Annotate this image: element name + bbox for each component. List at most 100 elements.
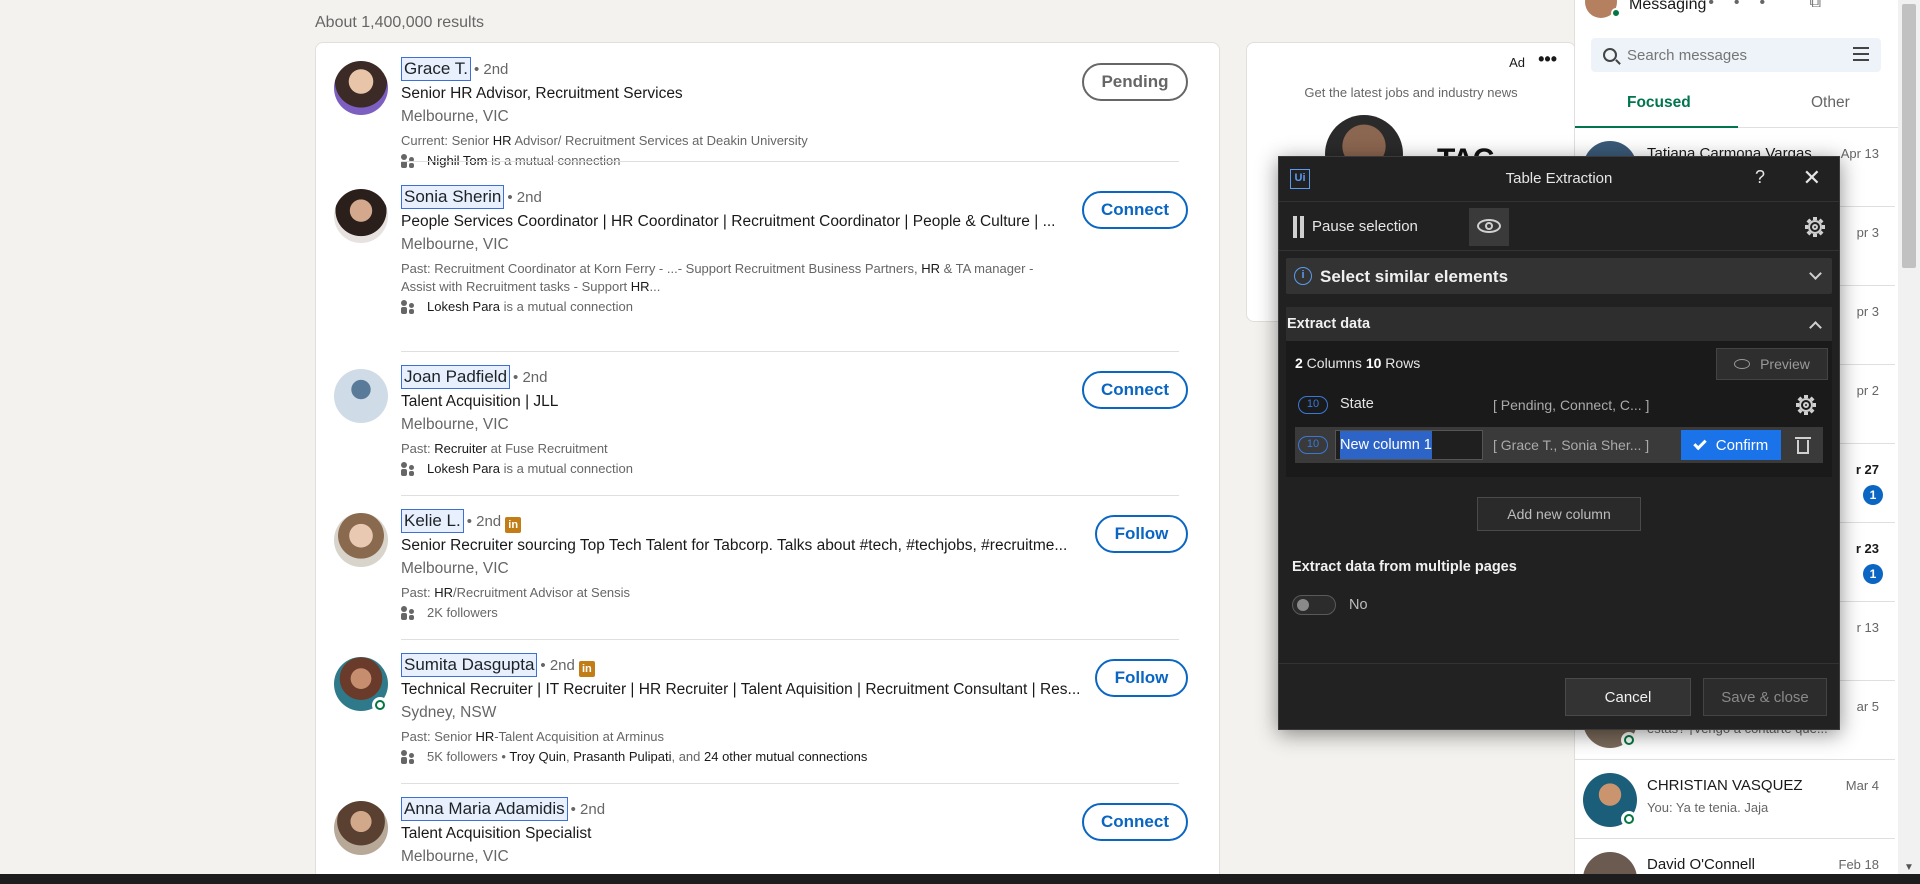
messaging-tabs: Focused Other: [1575, 84, 1905, 128]
connect-button[interactable]: Connect: [1082, 371, 1188, 409]
conversation-date: r 27: [1855, 462, 1879, 477]
add-new-column-button[interactable]: Add new column: [1477, 497, 1641, 531]
result-location: Melbourne, VIC: [401, 560, 509, 577]
result-item: Grace T. • 2nd Senior HR Advisor, Recruit…: [316, 43, 1219, 168]
preview-button[interactable]: Preview: [1716, 348, 1828, 380]
select-similar-label: Select similar elements: [1320, 267, 1509, 286]
column-settings-gear-icon[interactable]: [1796, 395, 1816, 415]
result-summary: Current: Senior HR Advisor/ Recruitment …: [401, 133, 808, 148]
column-preview: [ Pending, Connect, C... ]: [1493, 397, 1650, 413]
online-status-icon: [372, 697, 388, 713]
result-location: Melbourne, VIC: [401, 416, 509, 433]
people-icon: [401, 462, 415, 476]
conversation-date: pr 3: [1856, 304, 1879, 319]
tab-focused[interactable]: Focused: [1627, 94, 1691, 112]
column-count-badge: 10: [1298, 436, 1328, 454]
result-name[interactable]: Grace T.: [401, 57, 471, 81]
avatar[interactable]: [334, 61, 388, 115]
search-icon: [1603, 48, 1617, 62]
result-item: Anna Maria Adamidis • 2nd Talent Acquisit…: [316, 783, 1219, 883]
column-name[interactable]: State: [1340, 396, 1374, 412]
divider: [401, 161, 1179, 162]
dialog-titlebar[interactable]: Ui Table Extraction ? ✕: [1279, 157, 1839, 201]
scroll-down-icon[interactable]: ▼: [1904, 862, 1914, 873]
multiple-pages-label: Extract data from multiple pages: [1292, 559, 1517, 575]
messaging-header-icons[interactable]: ••• ⧉ ⌃: [1708, 0, 1893, 12]
extract-data-label: Extract data: [1287, 316, 1371, 332]
extract-data-panel: 2 Columns 10 Rows Preview 10 State [ Pen…: [1286, 341, 1832, 477]
close-icon[interactable]: ✕: [1803, 165, 1821, 191]
conversation-date: pr 2: [1856, 383, 1879, 398]
avatar[interactable]: [334, 801, 388, 855]
follow-button[interactable]: Follow: [1095, 515, 1188, 553]
result-location: Sydney, NSW: [401, 704, 497, 721]
unread-badge: 1: [1863, 564, 1883, 584]
conversation-date: pr 3: [1856, 225, 1879, 240]
messaging-header[interactable]: Messaging ••• ⧉ ⌃: [1575, 0, 1905, 30]
conversation-date: r 13: [1856, 620, 1879, 635]
multiple-pages-toggle[interactable]: [1292, 595, 1336, 615]
conversation-name: CHRISTIAN VASQUEZ: [1647, 777, 1803, 794]
result-name[interactable]: Anna Maria Adamidis: [401, 797, 568, 821]
more-options-icon[interactable]: •••: [1538, 49, 1557, 70]
result-name[interactable]: Kelie L.: [401, 509, 464, 533]
conversation-name: David O'Connell: [1647, 856, 1755, 873]
result-location: Melbourne, VIC: [401, 108, 509, 125]
conversation-item[interactable]: CHRISTIAN VASQUEZ Mar 4 You: Ya te tenia…: [1575, 761, 1895, 839]
scrollbar-thumb[interactable]: [1902, 4, 1916, 268]
avatar[interactable]: [334, 189, 388, 243]
save-and-close-button[interactable]: Save & close: [1703, 678, 1827, 716]
connection-degree: • 2nd: [507, 189, 542, 206]
dialog-toolbar: Pause selection: [1279, 201, 1839, 251]
online-status-icon: [1611, 8, 1621, 18]
search-messages-input[interactable]: [1627, 46, 1837, 64]
tab-other[interactable]: Other: [1811, 94, 1850, 112]
people-icon: [401, 750, 415, 764]
help-icon[interactable]: ?: [1755, 167, 1765, 188]
pause-selection-button[interactable]: Pause selection: [1312, 218, 1418, 235]
dialog-footer: Cancel Save & close: [1279, 663, 1839, 729]
preview-highlight-button[interactable]: [1469, 208, 1509, 246]
mutual-connections[interactable]: Lokesh Para is a mutual connection: [401, 298, 1101, 316]
pending-button[interactable]: Pending: [1082, 63, 1188, 101]
settings-gear-icon[interactable]: [1805, 217, 1825, 237]
extract-data-section-header[interactable]: Extract data: [1286, 307, 1832, 341]
search-messages-field[interactable]: [1591, 38, 1881, 72]
result-headline: Talent Acquisition | JLL: [401, 393, 559, 410]
select-similar-elements-section[interactable]: i Select similar elements: [1286, 258, 1832, 294]
conversation-preview: You: Ya te tenia. Jaja: [1647, 800, 1769, 815]
info-icon: i: [1294, 267, 1312, 285]
linkedin-premium-icon: in: [578, 661, 595, 677]
result-headline: People Services Coordinator | HR Coordin…: [401, 213, 1056, 230]
conversation-date: Apr 13: [1840, 146, 1879, 161]
result-name[interactable]: Sonia Sherin: [401, 185, 505, 209]
result-name[interactable]: Sumita Dasgupta: [401, 653, 538, 677]
table-extraction-dialog: Ui Table Extraction ? ✕ Pause selection …: [1278, 156, 1840, 730]
avatar[interactable]: [334, 369, 388, 423]
avatar[interactable]: [334, 513, 388, 567]
taskbar: [0, 874, 1920, 884]
follow-button[interactable]: Follow: [1095, 659, 1188, 697]
column-name-input[interactable]: New column 1: [1335, 430, 1483, 460]
result-headline: Senior Recruiter sourcing Top Tech Talen…: [401, 537, 1068, 554]
column-row[interactable]: 10 State [ Pending, Connect, C... ]: [1295, 387, 1823, 423]
cancel-button[interactable]: Cancel: [1565, 678, 1691, 716]
chevron-down-icon[interactable]: [1809, 267, 1822, 280]
conversation-date: Mar 4: [1845, 778, 1879, 793]
multiple-pages-value: No: [1349, 597, 1368, 613]
connection-degree: • 2nd: [513, 369, 548, 386]
result-name[interactable]: Joan Padfield: [401, 365, 511, 389]
results-count: About 1,400,000 results: [315, 14, 485, 31]
connect-button[interactable]: Connect: [1082, 191, 1188, 229]
delete-column-icon[interactable]: [1795, 435, 1811, 455]
column-row-editing[interactable]: 10 New column 1 [ Grace T., Sonia Sher..…: [1295, 427, 1823, 463]
pause-icon[interactable]: [1293, 216, 1305, 238]
confirm-button[interactable]: Confirm: [1681, 430, 1781, 460]
mutual-connections[interactable]: Lokesh Para is a mutual connection: [401, 460, 1101, 478]
connect-button[interactable]: Connect: [1082, 803, 1188, 841]
result-summary: Past: Recruitment Coordinator at Korn Fe…: [401, 261, 1034, 294]
result-headline: Senior HR Advisor, Recruitment Services: [401, 85, 683, 102]
filter-icon[interactable]: [1853, 47, 1869, 61]
mutual-connections[interactable]: 5K followers • Troy Quin, Prasanth Pulip…: [401, 748, 1101, 766]
chevron-up-icon[interactable]: [1809, 321, 1822, 334]
